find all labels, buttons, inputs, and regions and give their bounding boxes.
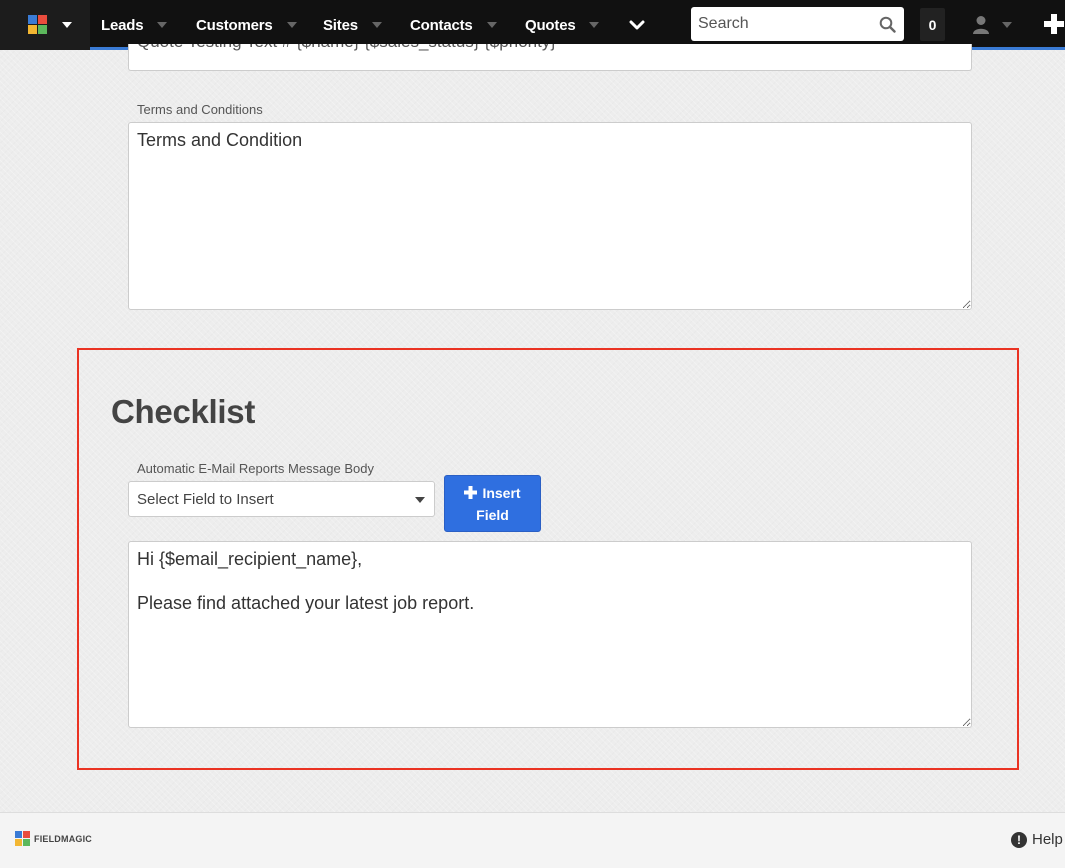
top-navbar: Leads Customers Sites Contacts Quotes 0 (0, 0, 1065, 50)
nav-item-quotes[interactable]: Quotes (525, 0, 600, 50)
nav-item-label: Sites (323, 16, 358, 34)
search-input[interactable] (691, 15, 871, 33)
nav-item-label: Quotes (525, 16, 576, 34)
caret-down-icon (371, 22, 382, 28)
fieldmagic-logo-icon (28, 15, 48, 35)
exclamation-circle-icon: ! (1011, 831, 1027, 848)
terms-textarea[interactable] (128, 122, 972, 310)
insert-button-label-line1: Insert (482, 484, 521, 501)
email-body-label: Automatic E-Mail Reports Message Body (137, 461, 374, 476)
nav-item-leads[interactable]: Leads (101, 0, 168, 50)
caret-down-icon (62, 22, 72, 28)
caret-down-icon (1002, 22, 1012, 28)
nav-item-contacts[interactable]: Contacts (410, 0, 497, 50)
user-icon (973, 16, 989, 34)
insert-field-button[interactable]: Insert Field (444, 475, 541, 532)
help-label: Help (1032, 831, 1063, 848)
caret-down-icon (157, 22, 168, 28)
footer: FIELDMAGIC ! Help (0, 812, 1065, 868)
nav-item-label: Customers (196, 16, 273, 34)
search-icon[interactable] (879, 16, 896, 33)
checklist-section-title: Checklist (111, 393, 256, 430)
help-link[interactable]: ! Help (1011, 831, 1063, 848)
quote-title-value: Quote Testing Text # {$name} {$sales_sta… (137, 44, 556, 52)
nav-item-label: Leads (101, 16, 144, 34)
footer-logo: FIELDMAGIC (15, 831, 92, 847)
insert-button-label-line2: Field (476, 506, 509, 523)
notification-count-badge[interactable]: 0 (920, 8, 945, 41)
insert-field-select[interactable]: Select Field to Insert (128, 481, 435, 517)
nav-item-sites[interactable]: Sites (323, 0, 382, 50)
nav-item-customers[interactable]: Customers (196, 0, 297, 50)
quote-title-field[interactable]: Quote Testing Text # {$name} {$sales_sta… (128, 44, 972, 71)
caret-down-icon (286, 22, 297, 28)
nav-item-label: Contacts (410, 16, 473, 34)
user-menu[interactable] (972, 0, 1012, 50)
caret-down-icon (415, 497, 425, 503)
plus-icon[interactable] (1043, 13, 1065, 35)
caret-down-icon (589, 22, 600, 28)
fieldmagic-logo-icon (15, 831, 31, 847)
plus-icon (464, 486, 478, 499)
terms-label: Terms and Conditions (137, 102, 263, 117)
caret-down-icon (486, 22, 497, 28)
footer-logo-text: FIELDMAGIC (34, 834, 92, 844)
chevron-down-icon[interactable] (628, 16, 646, 34)
search-box (691, 7, 904, 41)
brand-menu[interactable] (0, 0, 90, 50)
select-placeholder: Select Field to Insert (137, 490, 274, 508)
email-body-textarea[interactable] (128, 541, 972, 728)
